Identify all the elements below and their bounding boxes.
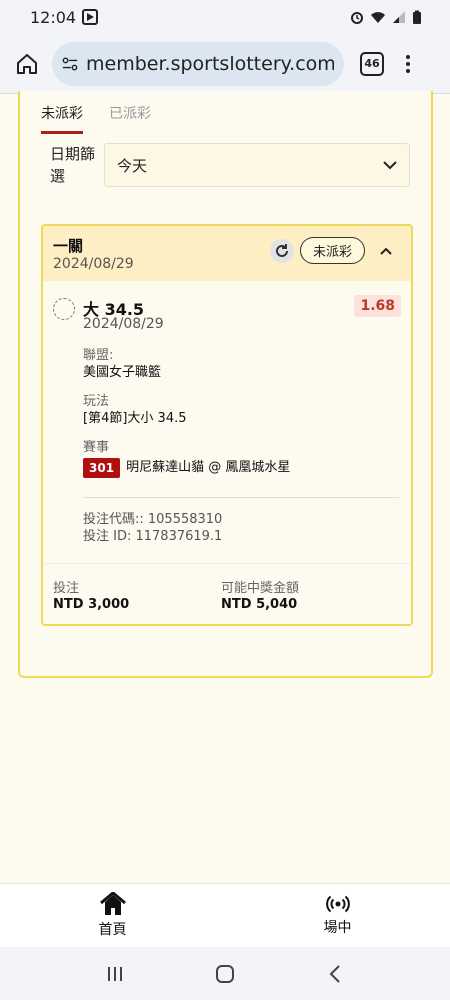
main-content: 未派彩 已派彩 日期篩選 今天 一關 2024/08/29 未派彩 大 34.5… bbox=[0, 91, 450, 883]
tab-switcher-button[interactable]: 46 bbox=[360, 51, 384, 76]
event-label: 賽事 bbox=[83, 440, 110, 455]
collapse-button[interactable] bbox=[375, 240, 397, 262]
date-filter-label: 日期篩選 bbox=[50, 145, 96, 185]
league-value: 美國女子職籃 bbox=[83, 365, 162, 380]
tab-settled[interactable]: 已派彩 bbox=[109, 103, 151, 134]
selection-status-icon bbox=[53, 298, 75, 320]
browser-toolbar: member.sportslottery.com.tw 46 bbox=[0, 34, 450, 94]
browser-menu-icon[interactable] bbox=[406, 54, 410, 73]
bottom-nav: 首頁 場中 bbox=[0, 883, 450, 947]
nav-live[interactable]: 場中 bbox=[225, 884, 450, 947]
potential-win-value: NTD 5,040 bbox=[221, 597, 298, 612]
back-chevron-icon bbox=[329, 964, 340, 983]
selection-date: 2024/08/29 bbox=[83, 316, 164, 332]
potential-win-label: 可能中獎金額 bbox=[221, 581, 300, 596]
payout-tabs: 未派彩 已派彩 bbox=[41, 103, 151, 134]
date-filter-select[interactable]: 今天 bbox=[104, 143, 410, 187]
nav-home-label: 首頁 bbox=[98, 922, 127, 938]
tab-unsettled[interactable]: 未派彩 bbox=[41, 103, 83, 134]
alarm-icon bbox=[351, 12, 363, 24]
wifi-icon bbox=[371, 12, 385, 23]
status-bar: 12:04 bbox=[0, 0, 450, 34]
stake-summary: 投注 NTD 3,000 bbox=[53, 581, 129, 613]
live-broadcast-icon bbox=[325, 895, 350, 913]
payout-status-badge: 未派彩 bbox=[299, 237, 365, 264]
divider bbox=[43, 563, 411, 564]
event-info: 賽事 301 明尼蘇達山貓 @ 鳳凰城水星 bbox=[83, 439, 290, 478]
home-system-button[interactable] bbox=[210, 959, 240, 989]
youtube-notification-icon bbox=[82, 9, 99, 25]
league-label: 聯盟: bbox=[83, 348, 114, 363]
address-bar[interactable]: member.sportslottery.com.tw bbox=[52, 41, 344, 86]
recent-apps-button[interactable] bbox=[100, 959, 130, 989]
signal-icon bbox=[393, 11, 405, 23]
bet-date: 2024/08/29 bbox=[53, 256, 134, 272]
recent-apps-icon bbox=[108, 966, 122, 981]
site-settings-icon[interactable] bbox=[62, 56, 78, 72]
bet-type: 一關 bbox=[53, 237, 84, 255]
back-system-button[interactable] bbox=[320, 959, 350, 989]
divider bbox=[83, 497, 399, 498]
date-filter-value: 今天 bbox=[117, 156, 148, 175]
play-value: [第4節]大小 34.5 bbox=[83, 411, 187, 426]
url-text: member.sportslottery.com.tw bbox=[86, 52, 334, 75]
bet-identifiers: 投注代碼:: 105558310 投注 ID: 117837619.1 bbox=[83, 511, 222, 545]
home-outline-icon bbox=[17, 53, 37, 74]
chevron-down-icon bbox=[383, 161, 397, 170]
play-info: 玩法 [第4節]大小 34.5 bbox=[83, 393, 187, 428]
nav-home[interactable]: 首頁 bbox=[0, 884, 225, 947]
browser-home-button[interactable] bbox=[10, 47, 44, 81]
battery-icon bbox=[413, 10, 421, 24]
bet-id: 投注 ID: 117837619.1 bbox=[83, 529, 223, 544]
bet-card-header[interactable]: 一關 2024/08/29 未派彩 bbox=[43, 226, 411, 281]
date-filter: 日期篩選 今天 bbox=[50, 143, 410, 187]
potential-win-summary: 可能中獎金額 NTD 5,040 bbox=[221, 581, 299, 613]
stake-label: 投注 bbox=[53, 581, 80, 596]
odds-badge: 1.68 bbox=[354, 295, 401, 317]
status-time: 12:04 bbox=[30, 7, 77, 27]
bet-record-panel: 未派彩 已派彩 日期篩選 今天 一關 2024/08/29 未派彩 大 34.5… bbox=[18, 91, 433, 678]
event-number-badge: 301 bbox=[83, 458, 121, 478]
play-label: 玩法 bbox=[83, 394, 110, 409]
league-info: 聯盟: 美國女子職籃 bbox=[83, 347, 161, 382]
chevron-up-icon bbox=[380, 247, 392, 255]
nav-live-label: 場中 bbox=[323, 920, 352, 936]
bet-code: 投注代碼:: 105558310 bbox=[83, 512, 223, 527]
home-square-icon bbox=[216, 964, 234, 983]
event-name: 明尼蘇達山貓 @ 鳳凰城水星 bbox=[126, 460, 291, 475]
system-navigation-bar bbox=[0, 947, 450, 1000]
bet-card: 一關 2024/08/29 未派彩 大 34.5 2024/08/29 1.68 bbox=[41, 224, 413, 626]
refresh-button[interactable] bbox=[269, 238, 294, 263]
refresh-icon bbox=[276, 243, 288, 257]
home-icon bbox=[99, 892, 126, 915]
stake-value: NTD 3,000 bbox=[53, 597, 130, 612]
